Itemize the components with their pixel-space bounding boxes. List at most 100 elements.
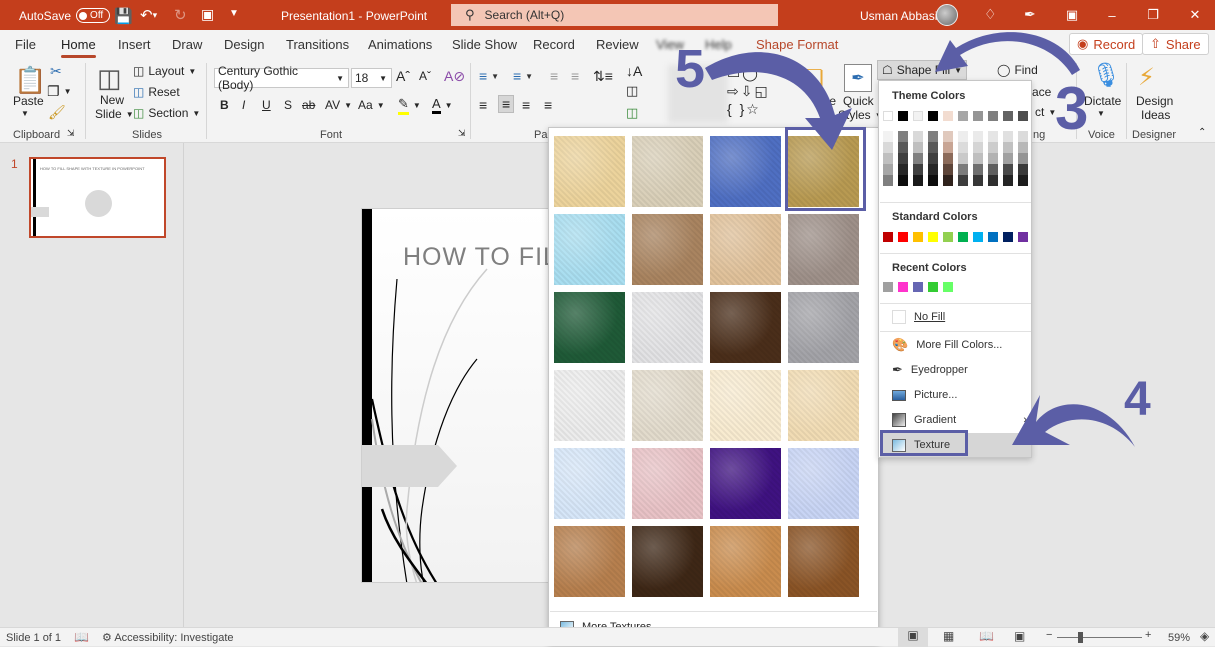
- zoom-slider-thumb[interactable]: [1078, 632, 1084, 643]
- texture-swatch[interactable]: [632, 526, 703, 597]
- theme-shade-swatch[interactable]: [1003, 153, 1013, 164]
- theme-shade-swatch[interactable]: [898, 131, 908, 142]
- justify-icon[interactable]: ≡: [544, 97, 552, 113]
- texture-swatch[interactable]: [710, 136, 781, 207]
- shapes-gallery[interactable]: ▭◯ ⇨⇩◱{ }☆: [727, 64, 782, 118]
- texture-swatch[interactable]: [710, 526, 781, 597]
- texture-swatch[interactable]: [788, 526, 859, 597]
- diamond-icon[interactable]: ♢: [984, 6, 997, 23]
- theme-shade-swatch[interactable]: [928, 164, 938, 175]
- select-button[interactable]: ct ▼: [1035, 105, 1056, 119]
- microphone-icon[interactable]: 🎙: [1091, 61, 1121, 90]
- zoom-level[interactable]: 59%: [1168, 632, 1190, 644]
- tab-insert[interactable]: Insert: [118, 37, 151, 52]
- font-launcher-icon[interactable]: ⇲: [458, 128, 466, 139]
- increase-font-icon[interactable]: Aˆ: [396, 68, 410, 84]
- line-spacing-icon[interactable]: ⇅≡: [593, 68, 613, 85]
- texture-swatch[interactable]: [554, 292, 625, 363]
- theme-shade-swatch[interactable]: [1018, 142, 1028, 153]
- theme-color-swatch[interactable]: [883, 111, 893, 121]
- change-case-button[interactable]: Aa ▼: [358, 98, 385, 112]
- font-size-combo[interactable]: 18 ▼: [351, 68, 392, 88]
- standard-color-swatch[interactable]: [958, 232, 968, 242]
- texture-swatch[interactable]: [788, 448, 859, 519]
- texture-swatch[interactable]: [710, 370, 781, 441]
- texture-swatch[interactable]: [710, 292, 781, 363]
- texture-swatch[interactable]: [710, 214, 781, 285]
- cut-icon[interactable]: ✂: [50, 63, 62, 80]
- recent-color-swatch[interactable]: [913, 282, 923, 292]
- theme-color-swatch[interactable]: [913, 111, 923, 121]
- autosave[interactable]: AutoSave Off: [19, 8, 111, 23]
- slide-thumbnail[interactable]: HOW TO FILL SHAPE WITH TEXTURE IN POWERP…: [29, 157, 166, 238]
- theme-shade-swatch[interactable]: [928, 175, 938, 186]
- notes-icon[interactable]: 📖: [74, 630, 89, 644]
- theme-shade-swatch[interactable]: [943, 153, 953, 164]
- quick-styles-label[interactable]: Quick: [843, 94, 874, 108]
- standard-color-swatch[interactable]: [928, 232, 938, 242]
- theme-shade-swatch[interactable]: [958, 142, 968, 153]
- theme-shade-swatch[interactable]: [973, 153, 983, 164]
- design-ideas-button[interactable]: Ideas: [1141, 108, 1170, 122]
- close-icon[interactable]: ✕: [1175, 0, 1215, 30]
- tab-draw[interactable]: Draw: [172, 37, 202, 52]
- standard-color-swatch[interactable]: [1003, 232, 1013, 242]
- character-spacing-button[interactable]: AV ▼: [325, 98, 352, 112]
- new-slide-button[interactable]: Slide ▼: [95, 107, 134, 121]
- italic-button[interactable]: I: [242, 98, 245, 112]
- pen-icon[interactable]: ✒: [1024, 6, 1036, 23]
- section-button[interactable]: ◫ Section ▼: [133, 106, 200, 120]
- text-direction-icon[interactable]: ↓A: [626, 63, 642, 79]
- theme-shade-swatch[interactable]: [913, 153, 923, 164]
- theme-shade-swatch[interactable]: [1018, 175, 1028, 186]
- align-left-icon[interactable]: ≡: [479, 97, 487, 113]
- theme-shade-swatch[interactable]: [883, 142, 893, 153]
- theme-shade-swatch[interactable]: [898, 153, 908, 164]
- theme-shade-swatch[interactable]: [1018, 164, 1028, 175]
- normal-view-icon[interactable]: ▣: [898, 628, 928, 647]
- pentagon-arrow-shape[interactable]: [362, 445, 457, 487]
- clipboard-launcher-icon[interactable]: ⇲: [67, 128, 75, 139]
- dictate-button[interactable]: Dictate: [1084, 94, 1121, 108]
- theme-shade-swatch[interactable]: [943, 175, 953, 186]
- zoom-in-icon[interactable]: +: [1145, 629, 1151, 641]
- clear-formatting-icon[interactable]: A⊘: [444, 68, 465, 85]
- theme-color-swatch[interactable]: [988, 111, 998, 121]
- theme-shade-swatch[interactable]: [988, 175, 998, 186]
- shadow-button[interactable]: S: [284, 98, 292, 112]
- theme-shade-swatch[interactable]: [898, 175, 908, 186]
- picture-item[interactable]: Picture...: [880, 383, 1031, 407]
- reset-button[interactable]: ◫ Reset: [133, 85, 180, 99]
- theme-shade-swatch[interactable]: [973, 164, 983, 175]
- theme-shade-swatch[interactable]: [928, 142, 938, 153]
- highlight-color-button[interactable]: ✎ ▼: [398, 96, 421, 115]
- strikethrough-button[interactable]: ab: [302, 98, 315, 112]
- numbering-icon[interactable]: ≡ ▼: [513, 68, 533, 84]
- tab-animations[interactable]: Animations: [368, 37, 432, 52]
- theme-shade-swatch[interactable]: [928, 131, 938, 142]
- theme-shade-swatch[interactable]: [973, 131, 983, 142]
- theme-shade-swatch[interactable]: [1003, 175, 1013, 186]
- standard-color-swatch[interactable]: [883, 232, 893, 242]
- gradient-item[interactable]: Gradient ›: [880, 408, 1031, 432]
- standard-color-swatch[interactable]: [913, 232, 923, 242]
- theme-shade-swatch[interactable]: [1003, 131, 1013, 142]
- theme-shade-swatch[interactable]: [988, 142, 998, 153]
- texture-swatch[interactable]: [554, 526, 625, 597]
- align-right-icon[interactable]: ≡: [522, 97, 530, 113]
- customize-qat-icon[interactable]: ▼: [229, 8, 239, 19]
- fit-to-window-icon[interactable]: ◈: [1200, 629, 1209, 643]
- replace-button[interactable]: ace: [1032, 85, 1051, 99]
- no-fill-item[interactable]: No Fill: [880, 305, 1031, 329]
- theme-shade-swatch[interactable]: [913, 131, 923, 142]
- autosave-toggle[interactable]: Off: [76, 8, 111, 23]
- layout-button[interactable]: ◫ Layout ▼: [133, 64, 196, 78]
- decrease-indent-icon[interactable]: ≡: [550, 68, 558, 84]
- theme-shade-swatch[interactable]: [928, 153, 938, 164]
- theme-shade-swatch[interactable]: [883, 153, 893, 164]
- reading-view-icon[interactable]: 📖: [979, 629, 994, 643]
- new-slide-label-1[interactable]: New: [100, 93, 124, 107]
- recent-color-swatch[interactable]: [928, 282, 938, 292]
- align-text-icon[interactable]: ◫: [626, 83, 638, 99]
- present-icon[interactable]: ▣: [201, 6, 214, 23]
